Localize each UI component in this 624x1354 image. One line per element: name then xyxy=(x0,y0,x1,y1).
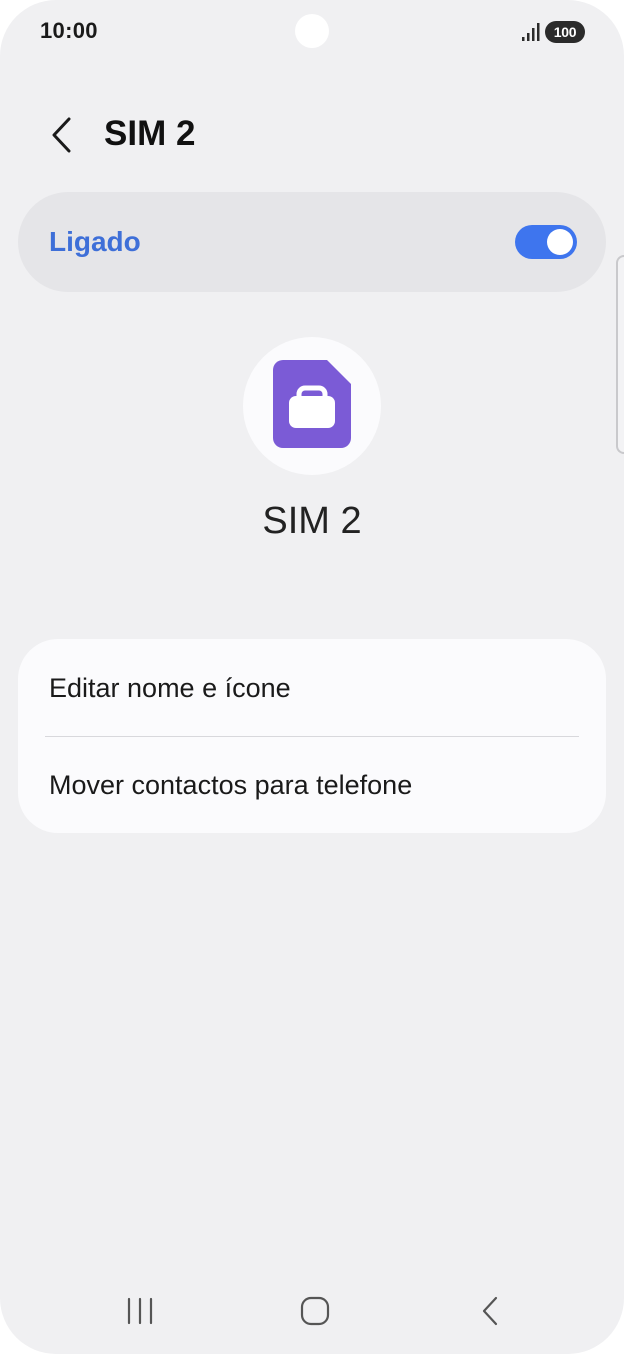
page-title: SIM 2 xyxy=(104,114,196,153)
toggle-knob xyxy=(547,229,573,255)
option-label: Editar nome e ícone xyxy=(49,673,291,703)
status-bar: 10:00 100 xyxy=(0,0,624,64)
battery-level: 100 xyxy=(545,21,585,43)
option-label: Mover contactos para telefone xyxy=(49,770,413,800)
nav-back-button[interactable] xyxy=(450,1280,530,1346)
sim-card-briefcase-icon xyxy=(273,359,351,453)
recents-icon xyxy=(126,1297,156,1330)
edit-name-icon-option[interactable]: Editar nome e ícone xyxy=(18,639,606,736)
scroll-indicator[interactable] xyxy=(616,255,624,454)
master-switch-row[interactable]: Ligado xyxy=(18,192,606,292)
back-icon xyxy=(480,1296,500,1331)
navigation-bar xyxy=(0,1280,624,1350)
sim-avatar xyxy=(243,337,381,475)
master-switch-label: Ligado xyxy=(49,226,141,257)
back-button[interactable] xyxy=(38,110,86,164)
move-contacts-option[interactable]: Mover contactos para telefone xyxy=(18,736,606,833)
master-toggle[interactable] xyxy=(515,225,577,259)
home-icon xyxy=(300,1296,330,1331)
options-card: Editar nome e ícone Mover contactos para… xyxy=(18,639,606,833)
home-button[interactable] xyxy=(275,1280,355,1346)
sim-name: SIM 2 xyxy=(262,500,362,542)
front-camera xyxy=(295,14,329,48)
screen: 10:00 100 SIM 2 Ligado SIM 2 Editar nome… xyxy=(0,0,624,1354)
recents-button[interactable] xyxy=(101,1280,181,1346)
chevron-left-icon xyxy=(49,116,75,159)
signal-bars-icon xyxy=(521,22,541,42)
status-time: 10:00 xyxy=(40,18,98,43)
